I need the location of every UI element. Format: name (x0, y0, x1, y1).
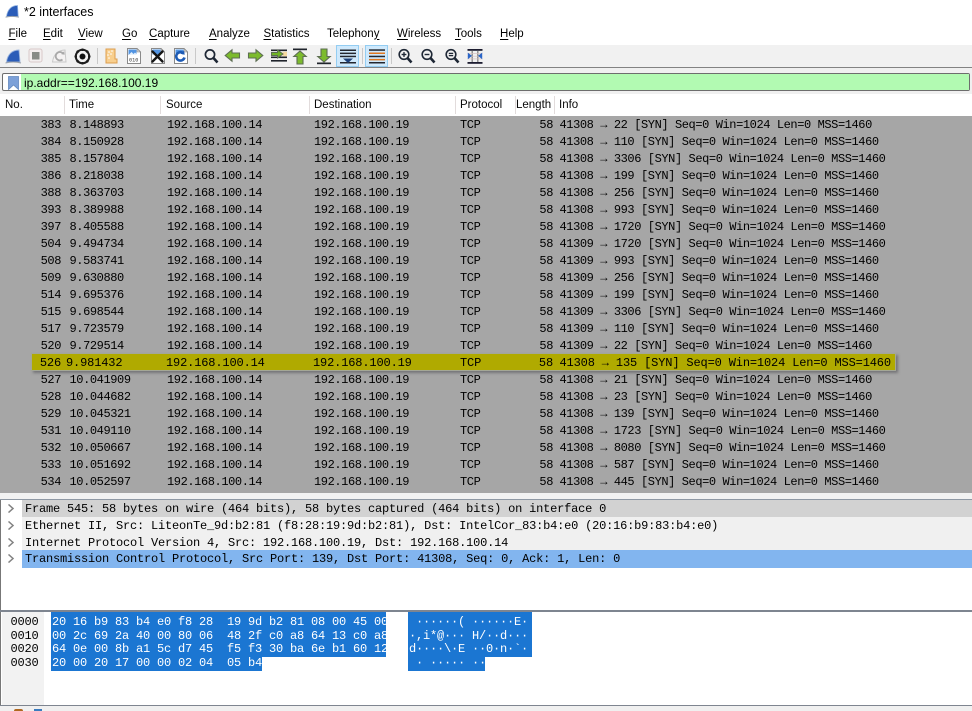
svg-text:010: 010 (129, 58, 138, 64)
